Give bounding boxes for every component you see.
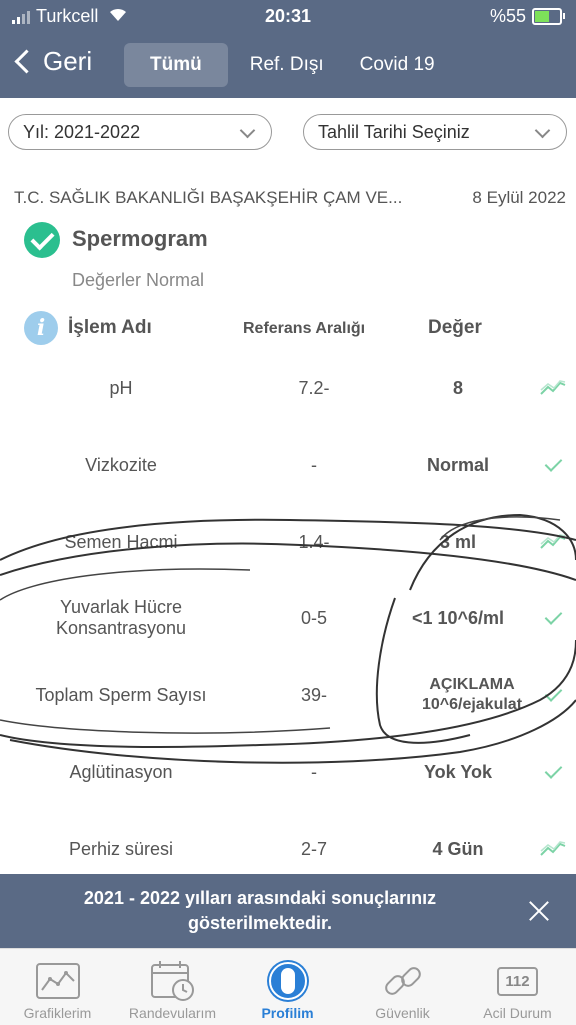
nav-label: Profilim — [261, 1005, 314, 1021]
test-status: Değerler Normal — [72, 270, 205, 290]
row-reference-range: - — [311, 454, 317, 475]
battery-percent: %55 — [489, 6, 526, 26]
date-select[interactable]: Tahlil Tarihi Seçiniz — [303, 114, 567, 150]
nav-item-guvenlik[interactable]: Güvenlik — [345, 949, 460, 1025]
hospital-name: T.C. SAĞLIK BAKANLIĞI BAŞAKŞEHİR ÇAM VE.… — [14, 188, 403, 207]
row-test-name: Toplam Sperm Sayısı — [35, 684, 207, 705]
row-value: 3 ml — [439, 531, 477, 552]
check-icon — [536, 734, 570, 810]
filter-tabs: Tümü Ref. Dışı Covid 19 — [124, 43, 461, 87]
row-reference-range: 1.4- — [298, 531, 330, 552]
check-icon — [536, 580, 570, 656]
nav-label: Randevularım — [128, 1005, 217, 1021]
check-icon — [536, 427, 570, 503]
emergency-112-icon: 112 — [494, 959, 542, 1003]
trend-chart-icon[interactable] — [536, 504, 570, 580]
nav-item-randevularim[interactable]: Randevularım — [115, 949, 230, 1025]
row-test-name: Semen Hacmi — [64, 531, 178, 552]
row-test-name: pH — [109, 377, 133, 398]
info-icon[interactable]: i — [24, 311, 58, 345]
nav-item-grafiklerim[interactable]: Grafiklerim — [0, 949, 115, 1025]
back-button[interactable]: Geri — [12, 46, 92, 77]
table-row[interactable]: Vizkozite - Normal — [0, 427, 576, 503]
bottom-nav: Grafiklerim Randevularım Profilim Güvenl… — [0, 948, 576, 1025]
year-select[interactable]: Yıl: 2021-2022 — [8, 114, 272, 150]
date-select-value: Tahlil Tarihi Seçiniz — [318, 121, 470, 142]
row-value: Yok Yok — [423, 761, 493, 782]
row-reference-range: 0-5 — [300, 607, 327, 628]
tab-out-of-range[interactable]: Ref. Dışı — [228, 43, 342, 87]
check-circle-icon — [24, 222, 60, 258]
check-icon — [536, 657, 570, 733]
col-header-range: Referans Aralığı — [243, 320, 366, 337]
battery-icon — [532, 8, 565, 25]
close-icon[interactable] — [528, 900, 550, 922]
table-row[interactable]: Yuvarlak Hücre Konsantrasyonu 0-5 <1 10^6/… — [0, 580, 576, 656]
banner-text: 2021 - 2022 yılları arasındaki sonuçları… — [83, 888, 437, 933]
col-header-name: İşlem Adı — [68, 317, 152, 338]
row-test-name: Vizkozite — [85, 454, 157, 475]
row-test-name: Aglütinasyon — [69, 761, 173, 782]
battery-status: %55 — [489, 6, 565, 27]
chart-icon — [34, 959, 82, 1003]
table-row[interactable]: Toplam Sperm Sayısı 39- AÇIKLAMA 10^6/ejak… — [0, 657, 576, 733]
chevron-left-icon — [14, 49, 39, 74]
nav-label: Güvenlik — [375, 1005, 430, 1021]
tab-all[interactable]: Tümü — [124, 43, 228, 87]
nav-label: Grafiklerim — [23, 1005, 92, 1021]
table-row[interactable]: Semen Hacmi 1.4- 3 ml — [0, 504, 576, 580]
emergency-number: 112 — [497, 966, 538, 996]
chevron-down-icon — [239, 122, 256, 139]
test-title: Spermogram — [72, 226, 208, 251]
nav-bar: Geri Tümü Ref. Dışı Covid 19 — [0, 32, 576, 98]
table-row[interactable]: Aglütinasyon - Yok Yok — [0, 734, 576, 810]
calendar-icon — [149, 959, 197, 1003]
table-row[interactable]: pH 7.2- 8 — [0, 350, 576, 426]
nav-label: Acil Durum — [483, 1005, 552, 1021]
test-date: 8 Eylül 2022 — [472, 188, 566, 207]
nav-item-profilim[interactable]: Profilim — [230, 949, 345, 1025]
filter-bar: Yıl: 2021-2022 Tahlil Tarihi Seçiniz — [0, 98, 576, 178]
col-header-value: Değer — [428, 317, 482, 338]
row-value: <1 10^6/ml — [411, 607, 505, 628]
row-test-name: Yuvarlak Hücre Konsantrasyonu — [55, 597, 187, 638]
info-banner: 2021 - 2022 yılları arasındaki sonuçları… — [0, 874, 576, 948]
back-label: Geri — [43, 46, 93, 76]
tab-covid[interactable]: Covid 19 — [342, 43, 461, 87]
link-icon — [379, 959, 427, 1003]
chevron-down-icon — [534, 122, 551, 139]
year-select-value: Yıl: 2021-2022 — [23, 121, 141, 142]
hospital-line: T.C. SAĞLIK BAKANLIĞI BAŞAKŞEHİR ÇAM VE.… — [14, 188, 566, 208]
row-reference-range: 7.2- — [298, 377, 330, 398]
nav-item-acil-durum[interactable]: 112 Acil Durum — [460, 949, 575, 1025]
row-value: 8 — [452, 377, 463, 398]
trend-chart-icon[interactable] — [536, 350, 570, 426]
status-bar: Turkcell 20:31 %55 — [0, 0, 576, 32]
row-reference-range: - — [311, 761, 317, 782]
row-value: Normal — [426, 454, 489, 475]
profile-icon — [264, 959, 312, 1003]
row-reference-range: 39- — [300, 684, 327, 705]
